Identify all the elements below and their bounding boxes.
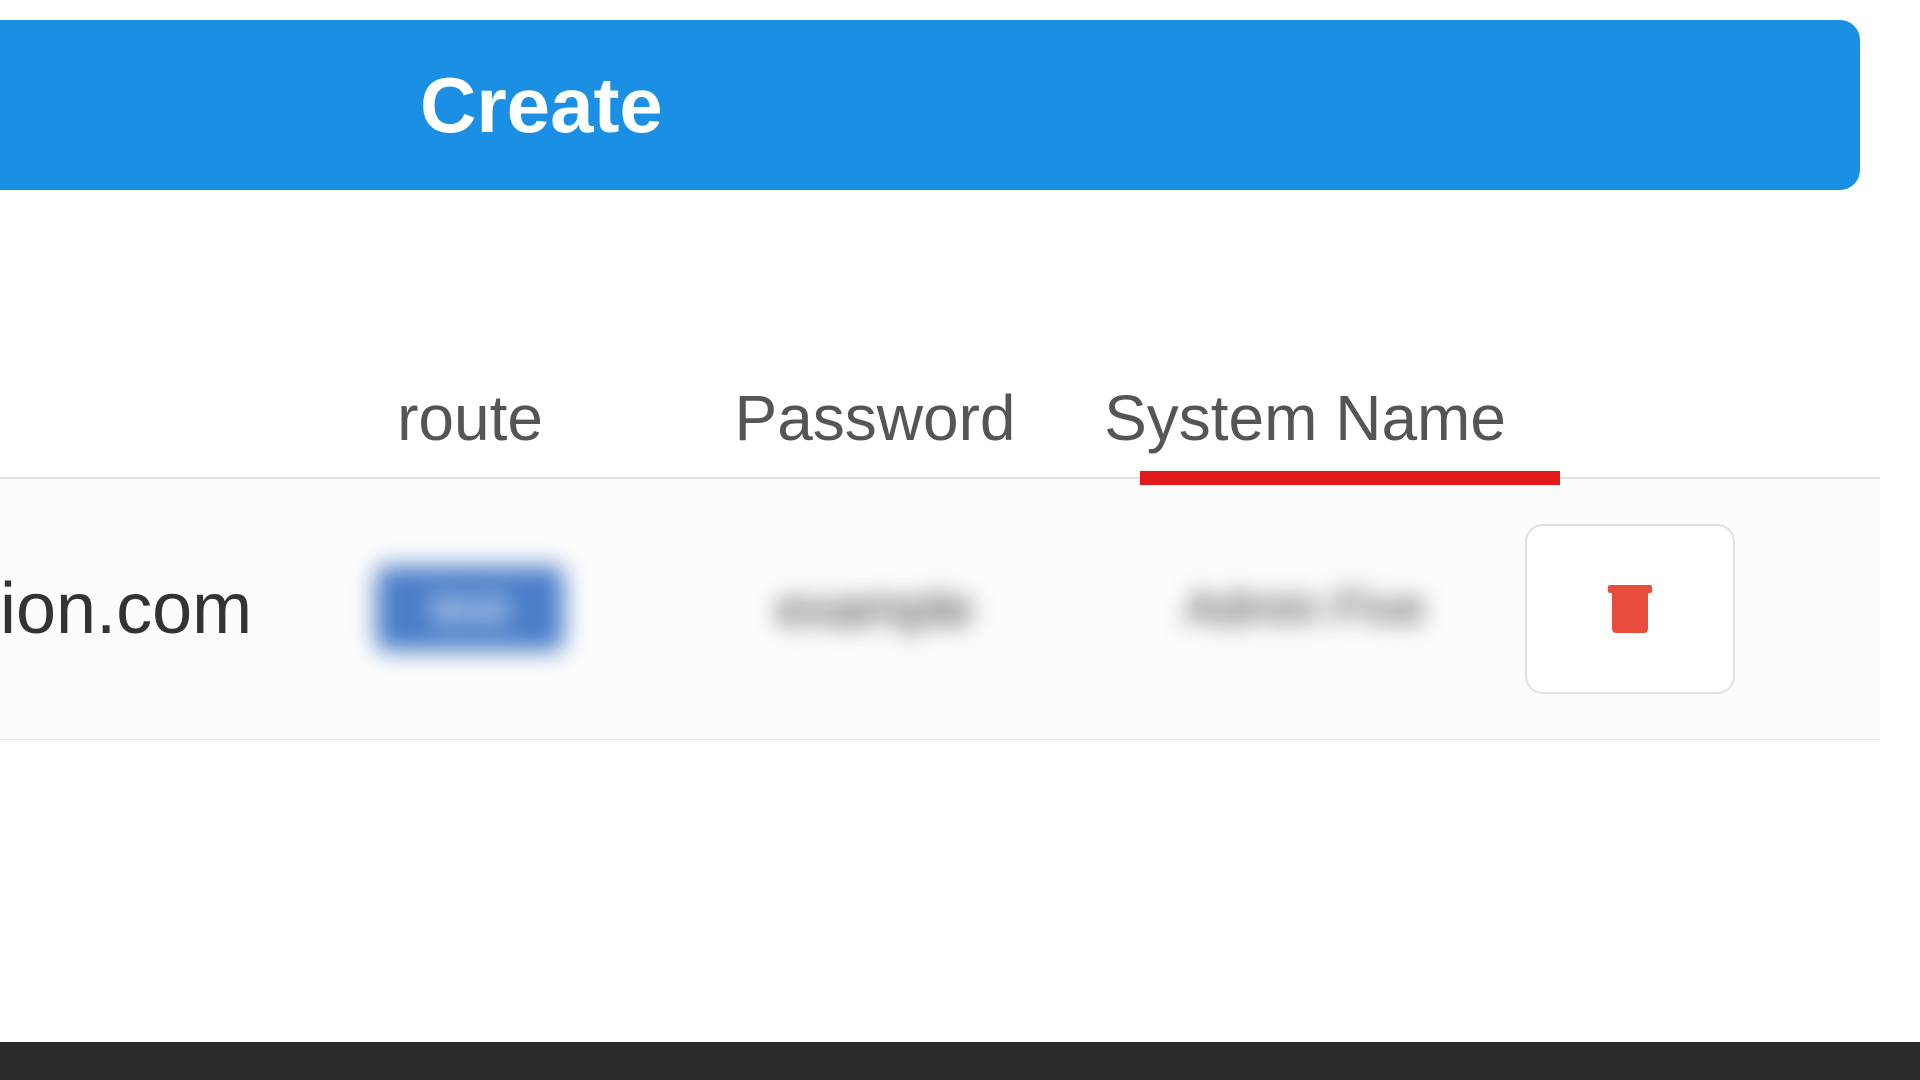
trash-icon xyxy=(1611,585,1649,633)
cell-actions xyxy=(1520,524,1740,694)
data-table: route Password System Name ion.com test … xyxy=(0,380,1880,740)
create-button-label: Create xyxy=(420,60,663,151)
cell-route: test xyxy=(280,566,660,651)
create-button[interactable]: Create xyxy=(0,20,1860,190)
route-badge[interactable]: test xyxy=(376,566,563,651)
cell-domain: ion.com xyxy=(0,568,280,650)
table-row: ion.com test example Admin Five xyxy=(0,479,1880,740)
annotation-underline xyxy=(1140,471,1560,485)
bottom-bar xyxy=(0,1042,1920,1080)
cell-password: example xyxy=(660,579,1090,639)
table-header-row: route Password System Name xyxy=(0,380,1880,479)
header-system-name[interactable]: System Name xyxy=(1090,380,1520,457)
delete-button[interactable] xyxy=(1525,524,1735,694)
cell-system-name: Admin Five xyxy=(1090,578,1520,640)
header-route[interactable]: route xyxy=(280,381,660,455)
header-password[interactable]: Password xyxy=(660,381,1090,455)
